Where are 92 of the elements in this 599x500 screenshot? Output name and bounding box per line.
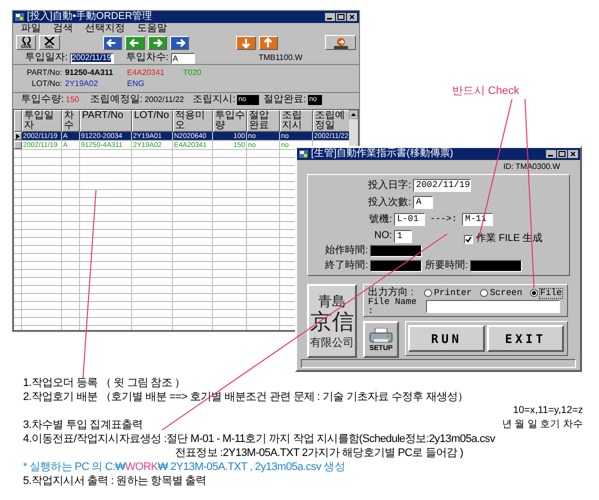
omega-icon xyxy=(20,36,32,44)
note-text: 3.차수별 투입 집계표출력 xyxy=(23,420,143,430)
column-header[interactable]: 절압완료 xyxy=(247,110,280,132)
arrow-button[interactable] xyxy=(125,36,144,50)
scroll-up-icon[interactable] xyxy=(349,110,358,119)
date-field[interactable]: 2002/11/19 xyxy=(413,179,471,192)
minimize-icon[interactable] xyxy=(325,13,335,21)
column-header[interactable]: 차수 xyxy=(62,110,80,132)
time-field xyxy=(370,245,422,257)
window-title: [生管]自動作業指示書(移動傳票) xyxy=(311,149,454,159)
radio-option[interactable]: File xyxy=(530,288,562,298)
close-icon[interactable] xyxy=(347,13,357,21)
row-pointer-icon xyxy=(16,134,20,138)
date-field[interactable]: 2002/11/19 xyxy=(70,52,114,64)
logo-text: 青島 xyxy=(318,294,346,310)
x-icon xyxy=(44,36,56,44)
field-label: 號機: xyxy=(368,214,393,224)
row-header[interactable] xyxy=(14,132,22,140)
field-label: 조립예정일: xyxy=(90,95,143,105)
column-header[interactable]: 조립예정일 xyxy=(313,110,349,132)
app-icon xyxy=(299,150,308,158)
time-field xyxy=(470,260,522,272)
checkbox[interactable] xyxy=(464,235,473,244)
note-text: 1.작업오더 등록 （ 윗 그림 참조 ） xyxy=(23,378,186,388)
field-label: NO: xyxy=(373,231,393,241)
radio-option[interactable]: Screen xyxy=(480,288,522,298)
column-header[interactable]: 투입일자 xyxy=(22,110,62,132)
field-label: 終了時間: xyxy=(324,261,369,271)
exit-icon xyxy=(332,36,350,48)
lot-number: 2Y19A02 xyxy=(65,80,99,88)
time-field xyxy=(370,260,422,272)
note-text: 전표정보 :2Y13M-05A.TXT 2가지가 해당호기별 PC로 들어감 ) xyxy=(175,448,464,458)
radio-option[interactable]: Printer xyxy=(424,288,472,298)
column-header[interactable]: PART/No xyxy=(80,110,132,132)
field-label: 투입차수: xyxy=(126,53,169,63)
field-label: 조립지시: xyxy=(192,95,236,105)
column-header[interactable]: 조립지시 xyxy=(280,110,313,132)
arrow-button[interactable] xyxy=(236,36,256,50)
column-header[interactable]: 적용미오 xyxy=(173,110,213,132)
annotation-text: 반드시 Check xyxy=(452,86,520,97)
field-label: 始作時間: xyxy=(324,246,369,256)
part-number: 91250-4A311 xyxy=(65,69,114,77)
menu-item[interactable]: 선택지정 xyxy=(85,24,125,34)
field-label: 투입수량: xyxy=(21,95,64,105)
close-icon[interactable] xyxy=(568,150,578,158)
field-label: 所要時間: xyxy=(424,261,469,271)
line-code: ENG xyxy=(127,80,146,88)
field-label: 절압완료: xyxy=(263,95,306,105)
field-label: 투입일자: xyxy=(25,53,68,63)
field-label: 投入次數: xyxy=(367,198,412,208)
note-text: 4.이동전표/작업지시자료생성 :절단 M-01 - M-11호기 까지 작업 지시를함(Schedule정보:2y13m05a.csv xyxy=(23,434,495,444)
arrow-button[interactable] xyxy=(102,36,122,50)
date-value: 2002/11/22 xyxy=(144,96,186,104)
field-label: 投入日字: xyxy=(367,180,412,190)
menu-item[interactable]: 파일 xyxy=(21,24,41,34)
arrow-button[interactable] xyxy=(170,36,190,50)
batch-field[interactable]: A xyxy=(413,196,433,209)
column-header[interactable]: 투입수량 xyxy=(213,110,247,132)
exit-button[interactable]: EXIT xyxy=(487,325,564,352)
printer-icon xyxy=(369,328,393,344)
logo-text: 有限公司 xyxy=(310,336,354,348)
side-note: 10=x,11=y,12=z xyxy=(513,406,583,416)
part-code: E4A20341 xyxy=(127,69,166,77)
arrow-text: --->: xyxy=(428,215,458,224)
field-label: 出力方向 : xyxy=(368,288,415,298)
arrow-button[interactable] xyxy=(148,36,167,50)
menu-item[interactable]: 도움말 xyxy=(137,24,167,34)
minimize-icon[interactable] xyxy=(546,150,556,158)
run-button[interactable]: RUN xyxy=(408,325,485,352)
part-type: T020 xyxy=(183,69,202,77)
column-header[interactable]: LOT/No xyxy=(132,110,173,132)
batch-field[interactable]: A xyxy=(170,52,195,64)
field-label: LOT/No: xyxy=(30,80,63,88)
maximize-icon[interactable] xyxy=(336,13,346,21)
note-text: * 실행하는 PC 의 C:₩WORK₩ 2Y13M-05A.TXT , 2y13m05a.csv 생성 xyxy=(23,462,345,472)
file-name-field[interactable] xyxy=(426,300,560,313)
field-label: File Name : xyxy=(368,298,418,316)
note-text: 5.작업지시서 출력 : 원하는 항목별 출력 xyxy=(23,476,206,486)
exit-button[interactable] xyxy=(325,35,356,50)
row-header[interactable] xyxy=(14,141,22,149)
screen-id: TMB1100.W xyxy=(258,54,302,62)
field-label: PART/No: xyxy=(26,69,63,77)
side-note: 년 월 일 호기 차수 xyxy=(502,420,583,430)
machine-field[interactable]: L-01 xyxy=(394,213,425,226)
check-icon xyxy=(465,236,472,243)
arrow-button[interactable] xyxy=(258,36,278,50)
window-title: [投入]自動•手動ORDER管理 xyxy=(27,12,152,22)
quantity-value: 150 xyxy=(66,96,80,104)
app-icon xyxy=(15,13,24,21)
maximize-icon[interactable] xyxy=(557,150,567,158)
number-field[interactable]: 1 xyxy=(394,230,412,242)
menu-item[interactable]: 검색 xyxy=(53,24,73,34)
